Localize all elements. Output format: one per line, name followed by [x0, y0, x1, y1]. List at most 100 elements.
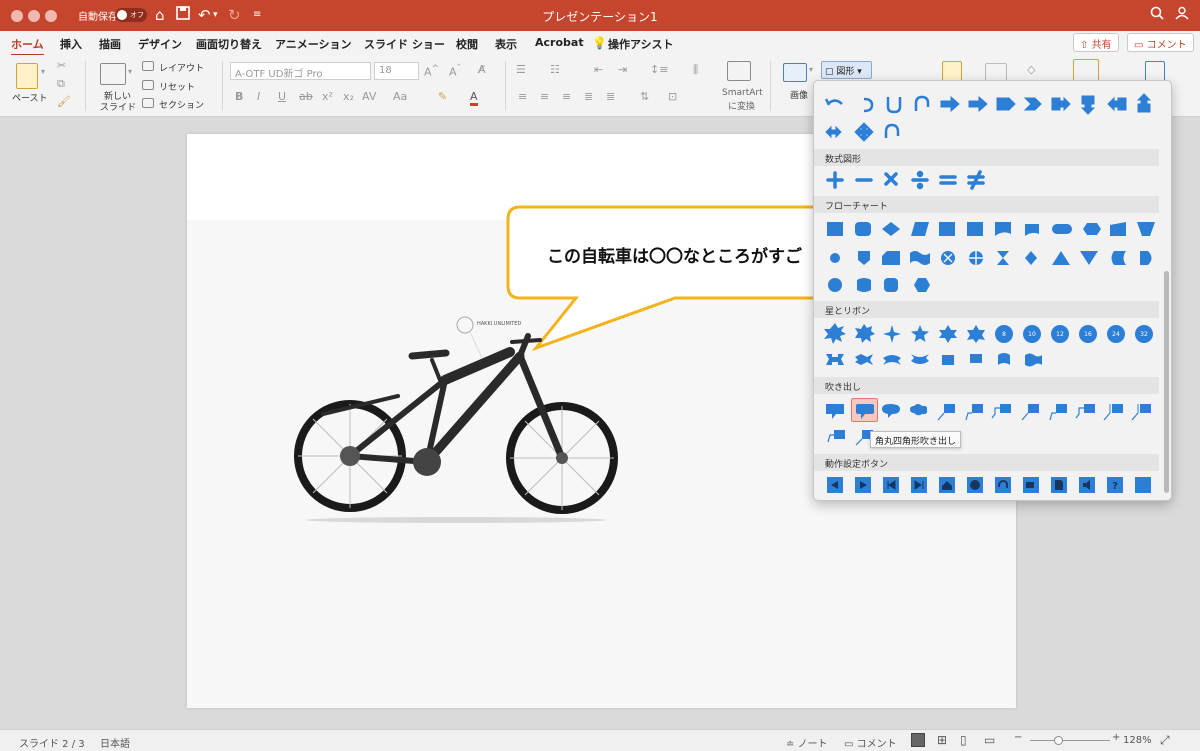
normal-view-icon[interactable] — [911, 733, 925, 747]
stars-ribbons-shapes: 8 10 12 16 24 32 — [824, 323, 1153, 367]
flowchart-summing-junction-shape — [941, 251, 955, 265]
star-32-label: 32 — [1140, 331, 1148, 338]
ribbon-down-shape — [826, 354, 844, 365]
zoom-level[interactable]: 128% — [1123, 735, 1152, 746]
flowchart-sort-shape — [1025, 251, 1037, 265]
zoom-slider[interactable] — [1030, 740, 1110, 741]
star-5-point-shape — [911, 325, 929, 342]
circular-arrow-2-shape — [884, 123, 900, 138]
curved-ribbon-down-shape — [883, 355, 901, 365]
vertical-scroll-shape — [942, 355, 954, 365]
line-callout-accent-1-shape — [1103, 404, 1123, 421]
star-10-label: 10 — [1028, 331, 1036, 338]
flowchart-extract-shape — [1052, 251, 1070, 265]
flowchart-connector-shape — [830, 253, 840, 263]
flowchart-punched-tape-shape — [910, 251, 930, 265]
section-equation-shapes: 数式図形 — [814, 149, 1159, 166]
explosion-2-shape — [855, 324, 875, 343]
section-stars-ribbons: 星とリボン — [814, 301, 1159, 318]
flowchart-manual-operation-shape — [1137, 222, 1155, 236]
section-action-buttons: 動作設定ボタン — [814, 454, 1159, 471]
action-button-shapes: ? — [827, 477, 1151, 493]
double-wave-shape — [1025, 353, 1042, 367]
section-callouts: 吹き出し — [814, 377, 1159, 394]
flowchart-sequential-storage-shape — [857, 278, 871, 292]
equal-shape[interactable] — [939, 175, 957, 185]
divide-shape[interactable] — [911, 170, 929, 190]
up-arrow-callout-shape — [1136, 93, 1152, 113]
quad-arrow-shape — [854, 122, 874, 142]
comments-button[interactable]: ▭ コメント — [844, 735, 897, 750]
circular-arrow-shape — [914, 95, 930, 111]
flowchart-multidocument-shape — [1025, 224, 1039, 236]
flowchart-decision-shape — [882, 222, 900, 236]
zoom-slider-thumb[interactable] — [1054, 736, 1063, 745]
flowchart-document-shape — [995, 222, 1011, 236]
zoom-out-button[interactable]: − — [1014, 732, 1022, 743]
flowchart-alternate-process-shape — [855, 222, 871, 236]
flowchart-manual-input-shape — [1110, 222, 1126, 236]
rectangular-callout-shape — [826, 404, 844, 419]
uturn-up-shape — [886, 97, 902, 114]
zoom-in-button[interactable]: + — [1112, 732, 1120, 743]
flowchart-internal-storage-shape — [967, 222, 983, 236]
notes-button[interactable]: ≐ ノート — [786, 735, 828, 750]
star-16-label: 16 — [1084, 331, 1092, 338]
slideshow-view-icon[interactable]: ▭ — [984, 733, 995, 747]
slide-sorter-icon[interactable]: ⊞ — [937, 733, 947, 747]
line-callout-3-shape — [991, 404, 1011, 419]
flowchart-predefined-process-shape — [939, 222, 955, 236]
line-callout-1-shape — [937, 404, 955, 421]
plus-shape[interactable] — [826, 171, 844, 189]
rounded-rectangular-callout-shape — [856, 404, 874, 419]
explosion-1-shape — [824, 323, 846, 344]
line-callout-2-shape — [965, 404, 983, 421]
not-equal-shape[interactable] — [967, 170, 985, 190]
flowchart-display-shape — [914, 278, 930, 292]
speech-callout — [506, 205, 832, 352]
action-custom-button-shape — [1135, 477, 1151, 493]
striped-arrow-shape — [940, 95, 960, 113]
right-arrow-callout-shape — [1051, 96, 1071, 112]
action-return-button-shape — [995, 477, 1011, 493]
action-help-icon: ? — [1112, 481, 1118, 492]
cloud-callout-shape — [910, 404, 928, 416]
notched-arrow-shape — [968, 95, 988, 113]
oval-callout-shape — [882, 404, 900, 418]
flowchart-terminator-shape — [1052, 224, 1072, 234]
line-callout-accent-2-shape — [1131, 404, 1151, 421]
left-right-arrow-callout-shape — [825, 125, 842, 139]
left-arrow-callout-shape — [1107, 96, 1127, 112]
shapes-gallery: 数式図形 フローチャート 星とリボン 8 10 12 16 24 32 吹き出し… — [813, 80, 1172, 501]
star-4-point-shape — [883, 325, 901, 343]
reading-view-icon[interactable]: ▯ — [960, 733, 967, 747]
wave-shape — [998, 353, 1010, 365]
flowchart-direct-access-storage-shape — [884, 278, 898, 292]
curved-arrow-shape — [824, 98, 843, 106]
multiply-shape[interactable] — [884, 172, 898, 186]
language-indicator[interactable]: 日本語 — [100, 735, 130, 750]
gallery-scrollbar[interactable] — [1164, 271, 1169, 493]
star-6-point-shape — [939, 325, 957, 343]
bike-illustration — [294, 333, 618, 523]
star-8-label: 8 — [1002, 331, 1006, 338]
star-24-label: 24 — [1112, 331, 1120, 338]
fit-to-window-icon[interactable]: ⤢ — [1160, 733, 1170, 748]
down-arrow-callout-shape — [1080, 95, 1096, 115]
flowchart-process-shape — [827, 222, 843, 236]
callout-text[interactable]: この自転車は〇〇なところがすご — [547, 242, 802, 267]
section-flowchart: フローチャート — [814, 196, 1159, 213]
line-callout-1-border-shape — [1021, 404, 1039, 421]
pentagon-arrow-shape — [996, 97, 1016, 111]
line-callout-2-border-shape — [1049, 404, 1067, 421]
flowchart-collate-shape — [997, 251, 1009, 265]
uturn-left-shape — [863, 97, 874, 113]
bike-logo-text: HAKKI UNLIMITED — [477, 321, 522, 327]
star-12-label: 12 — [1056, 331, 1064, 338]
flowchart-magnetic-disk-shape — [828, 278, 842, 292]
horizontal-scroll-shape — [970, 354, 982, 363]
flowchart-or-shape — [969, 251, 983, 265]
shape-tooltip: 角丸四角形吹き出し — [870, 431, 962, 448]
line-callout-3-border-shape — [1075, 404, 1095, 419]
callout-shapes — [826, 404, 1151, 446]
